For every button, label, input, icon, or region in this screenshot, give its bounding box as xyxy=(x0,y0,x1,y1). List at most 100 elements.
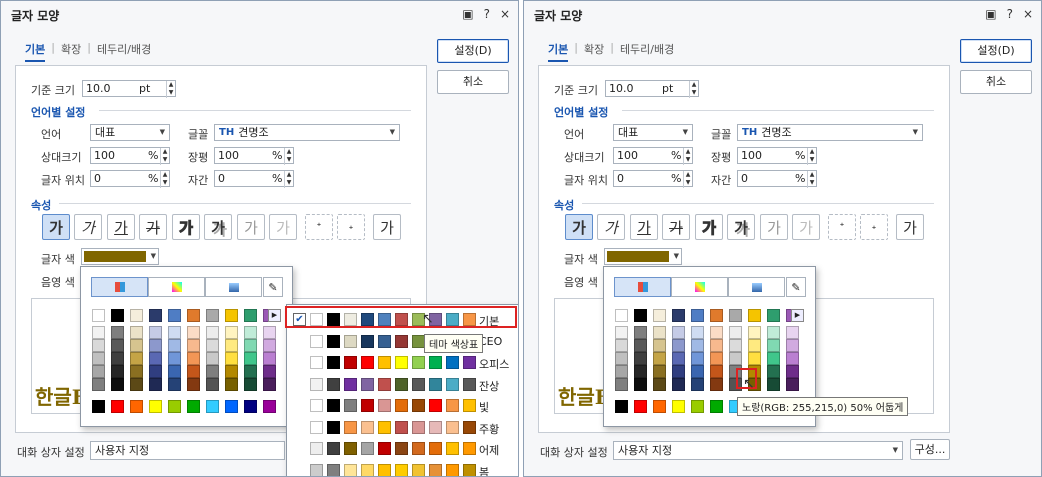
color-swatch[interactable] xyxy=(225,352,238,365)
color-swatch[interactable] xyxy=(149,339,162,352)
color-swatch[interactable] xyxy=(729,352,742,365)
pos-input[interactable]: 0% ▲ ▼ xyxy=(90,170,170,188)
color-swatch[interactable] xyxy=(225,378,238,391)
spin-icon[interactable]: ▲ ▼ xyxy=(284,148,293,165)
base-size-input[interactable]: 10.0 pt ▲ ▼ xyxy=(82,80,176,98)
color-swatch[interactable] xyxy=(187,309,200,322)
color-swatch[interactable] xyxy=(187,326,200,339)
superscript-button[interactable]: ⁺ xyxy=(305,214,333,240)
color-swatch[interactable] xyxy=(729,339,742,352)
color-swatch[interactable] xyxy=(634,309,647,322)
color-swatch[interactable] xyxy=(225,365,238,378)
color-swatch[interactable] xyxy=(168,400,181,413)
color-swatch[interactable] xyxy=(111,326,124,339)
dialog-setting-select[interactable]: 사용자 지정 xyxy=(90,441,285,460)
color-swatch[interactable] xyxy=(244,400,257,413)
spin-icon[interactable]: ▲ ▼ xyxy=(683,148,692,165)
tab-border[interactable]: 테두리/배경 xyxy=(620,41,674,62)
color-swatch[interactable] xyxy=(206,326,219,339)
spin-icon[interactable]: ▲ ▼ xyxy=(284,171,293,188)
color-swatch[interactable] xyxy=(615,352,628,365)
color-swatch[interactable] xyxy=(92,352,105,365)
color-swatch[interactable] xyxy=(748,309,761,322)
color-swatch[interactable] xyxy=(653,309,666,322)
underline-button[interactable]: 가 xyxy=(107,214,135,240)
spin-icon[interactable]: ▲ ▼ xyxy=(683,171,692,188)
rel-size-input[interactable]: 100% ▲ ▼ xyxy=(613,147,693,165)
color-swatch[interactable] xyxy=(187,339,200,352)
theme-row[interactable]: 봄 xyxy=(287,460,518,476)
normal-button[interactable]: 가 xyxy=(373,214,401,240)
palette-tab-grid[interactable] xyxy=(614,277,671,297)
spacing-input[interactable]: 0% ▲ ▼ xyxy=(737,170,817,188)
theme-expand-button[interactable]: ▶ xyxy=(791,309,804,322)
color-swatch[interactable] xyxy=(187,365,200,378)
color-swatch[interactable] xyxy=(634,365,647,378)
color-swatch[interactable] xyxy=(92,326,105,339)
theme-row[interactable]: 잔상 xyxy=(287,374,518,394)
color-swatch[interactable] xyxy=(767,339,780,352)
font-select[interactable]: TH 견명조 ▼ xyxy=(214,124,400,141)
color-swatch[interactable] xyxy=(729,309,742,322)
outline-button[interactable]: 가 xyxy=(695,214,723,240)
color-swatch[interactable] xyxy=(225,326,238,339)
eyedropper-button[interactable]: ✎ xyxy=(786,277,806,297)
color-swatch[interactable] xyxy=(111,339,124,352)
pos-input[interactable]: 0% ▲ ▼ xyxy=(613,170,693,188)
color-swatch[interactable] xyxy=(691,400,704,413)
color-swatch[interactable] xyxy=(111,309,124,322)
color-swatch[interactable] xyxy=(767,378,780,391)
color-swatch[interactable] xyxy=(206,365,219,378)
color-swatch[interactable] xyxy=(634,378,647,391)
color-swatch[interactable] xyxy=(710,309,723,322)
color-swatch[interactable] xyxy=(634,400,647,413)
base-size-input[interactable]: 10.0 pt ▲ ▼ xyxy=(605,80,699,98)
color-swatch[interactable] xyxy=(672,378,685,391)
theme-row[interactable]: CEO xyxy=(287,331,518,351)
palette-tab-image[interactable] xyxy=(728,277,785,297)
color-swatch[interactable] xyxy=(710,365,723,378)
color-swatch[interactable] xyxy=(92,378,105,391)
color-swatch[interactable] xyxy=(244,378,257,391)
color-swatch[interactable] xyxy=(206,309,219,322)
strikethrough-button[interactable]: 가 xyxy=(662,214,690,240)
color-swatch[interactable] xyxy=(206,339,219,352)
color-swatch[interactable] xyxy=(206,378,219,391)
color-swatch[interactable] xyxy=(263,352,276,365)
color-swatch[interactable] xyxy=(672,400,685,413)
color-swatch[interactable] xyxy=(168,365,181,378)
color-swatch[interactable] xyxy=(767,326,780,339)
color-swatch[interactable] xyxy=(653,378,666,391)
color-swatch[interactable] xyxy=(149,352,162,365)
color-swatch[interactable] xyxy=(149,378,162,391)
color-swatch[interactable] xyxy=(130,326,143,339)
color-swatch[interactable] xyxy=(672,339,685,352)
color-swatch[interactable] xyxy=(263,365,276,378)
color-swatch[interactable] xyxy=(206,400,219,413)
color-swatch[interactable] xyxy=(149,326,162,339)
color-swatch[interactable] xyxy=(691,326,704,339)
color-swatch[interactable] xyxy=(691,339,704,352)
bold-button[interactable]: 가 xyxy=(42,214,70,240)
ratio-input[interactable]: 100% ▲ ▼ xyxy=(737,147,817,165)
restore-icon[interactable]: ▣ xyxy=(462,7,473,21)
color-swatch[interactable] xyxy=(111,352,124,365)
italic-button[interactable]: 가 xyxy=(597,214,625,240)
engrave-button[interactable]: 가 xyxy=(792,214,820,240)
color-swatch[interactable] xyxy=(263,339,276,352)
color-swatch[interactable] xyxy=(672,309,685,322)
cancel-button[interactable]: 취소 xyxy=(437,70,509,94)
italic-button[interactable]: 가 xyxy=(74,214,102,240)
color-swatch[interactable] xyxy=(767,352,780,365)
theme-row[interactable]: 어제 xyxy=(287,438,518,458)
shadow-button[interactable]: 가 xyxy=(727,214,755,240)
color-swatch[interactable] xyxy=(786,339,799,352)
ok-button[interactable]: 설정(D) xyxy=(960,39,1032,63)
color-swatch[interactable] xyxy=(691,378,704,391)
palette-tab-spectrum[interactable] xyxy=(148,277,205,297)
spacing-input[interactable]: 0% ▲ ▼ xyxy=(214,170,294,188)
cancel-button[interactable]: 취소 xyxy=(960,70,1032,94)
color-swatch[interactable] xyxy=(786,352,799,365)
color-swatch[interactable] xyxy=(672,352,685,365)
color-swatch[interactable] xyxy=(130,309,143,322)
